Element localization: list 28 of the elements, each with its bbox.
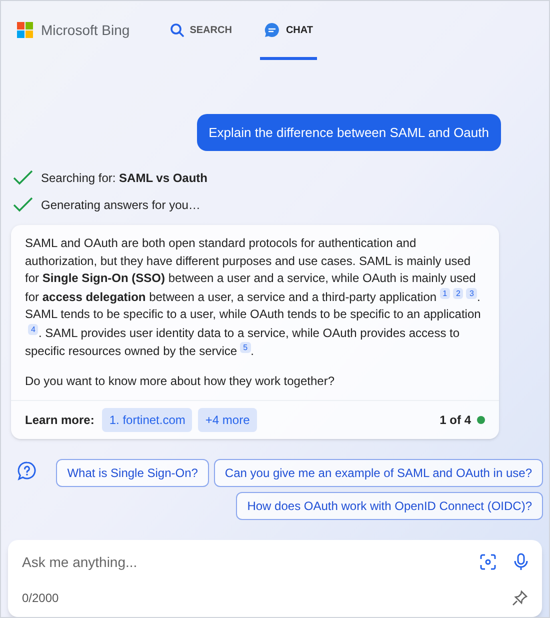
camera-scan-icon[interactable]	[480, 554, 496, 570]
character-counter: 0/2000	[22, 590, 60, 607]
suggestion-chip[interactable]: Can you give me an example of SAML and OAuth in use?	[214, 458, 543, 487]
pin-icon[interactable]	[512, 590, 528, 606]
source-link[interactable]: 1. fortinet.com	[102, 408, 192, 432]
follow-up-question: Do you want to know more about how they work together?	[25, 372, 336, 390]
status-text: Generating answers for you…	[41, 197, 200, 214]
page-counter: 1 of 4	[440, 412, 471, 429]
citation-link[interactable]: 5	[240, 342, 251, 354]
citation-link[interactable]: 1	[440, 288, 450, 299]
search-icon	[170, 23, 184, 38]
status-text: Searching for: SAML vs Oauth	[41, 170, 208, 188]
citation-link[interactable]: 2	[453, 288, 464, 299]
chat-input[interactable]: Ask me anything...	[22, 552, 462, 573]
suggestion-chip[interactable]: What is Single Sign-On?	[56, 458, 209, 487]
chat-bubble-icon	[264, 22, 280, 38]
help-bubble-icon	[17, 460, 37, 481]
user-message: Explain the difference between SAML and Oauth	[196, 114, 501, 152]
citation-link[interactable]: 4	[28, 324, 38, 335]
brand-name: Microsoft Bing	[41, 20, 130, 40]
source-link[interactable]: +4 more	[198, 408, 257, 432]
nav-tab[interactable]: CHAT	[260, 1, 317, 60]
nav-tab[interactable]: SEARCH	[166, 1, 236, 60]
logo-icon	[17, 22, 33, 38]
learn-more-label: Learn more:	[25, 412, 94, 429]
microphone-icon[interactable]	[514, 553, 528, 572]
citation-link[interactable]: 3	[466, 288, 477, 299]
suggestion-chip[interactable]: How does OAuth work with OpenID Connect (OIDC)?	[236, 492, 543, 520]
